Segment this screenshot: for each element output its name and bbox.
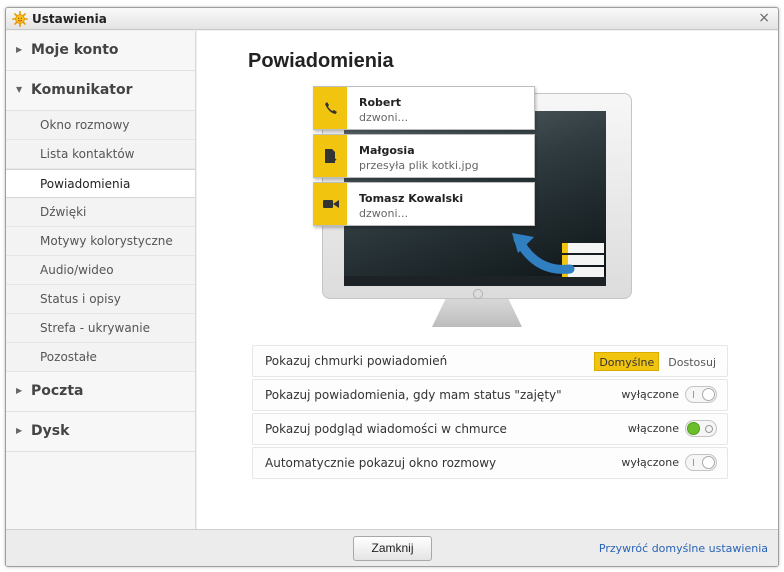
preview-notification: Małgosia przesyła plik kotki.jpg [313,134,535,178]
sidebar-item-audio-wideo[interactable]: Audio/wideo [6,256,195,285]
settings-list: Pokazuj chmurki powiadomień Domyślne Dos… [252,345,728,481]
toggle-switch[interactable] [685,454,717,471]
sidebar-item-label: Lista kontaktów [40,147,135,161]
close-button[interactable]: Zamknij [353,536,432,561]
page-title: Powiadomienia [248,50,394,72]
sidebar-item-status[interactable]: Status i opisy [6,285,195,314]
sidebar-item-motywy[interactable]: Motywy kolorystyczne [6,227,195,256]
sidebar-item-label: Okno rozmowy [40,118,130,132]
toggle-switch[interactable] [685,420,717,437]
settings-sidebar: ▶ Moje konto ▼ Komunikator Okno rozmowy … [6,31,196,530]
segmented-control: Domyślne Dostosuj [590,352,721,371]
sidebar-item-label: Pozostałe [40,350,97,364]
sidebar-item-lista-kontaktow[interactable]: Lista kontaktów [6,140,195,169]
sidebar-section-moje-konto[interactable]: ▶ Moje konto [6,31,195,71]
chevron-right-icon: ▶ [16,426,23,435]
sidebar-section-label: Komunikator [31,82,133,98]
close-icon[interactable]: × [758,10,770,26]
video-camera-icon [314,183,347,225]
phone-icon [314,87,347,129]
toggle-state-label: włączone [627,422,679,435]
preview-notification: Tomasz Kowalski dzwoni... [313,182,535,226]
settings-content: Powiadomienia Robert dzwoni... Małgosia … [197,31,778,530]
sidebar-item-label: Audio/wideo [40,263,114,277]
settings-window: Ustawienia × ▶ Moje konto ▼ Komunikator … [5,7,779,567]
setting-label: Automatycznie pokazuj okno rozmowy [265,456,497,470]
sidebar-section-label: Dysk [31,423,70,439]
sidebar-section-poczta[interactable]: ▶ Poczta [6,372,195,412]
sidebar-item-dzwieki[interactable]: Dźwięki [6,198,195,227]
window-title: Ustawienia [32,12,107,26]
chevron-down-icon: ▼ [16,85,23,94]
toggle-switch[interactable] [685,386,717,403]
restore-defaults-link[interactable]: Przywróć domyślne ustawienia [599,542,768,555]
sidebar-item-label: Motywy kolorystyczne [40,234,173,248]
monitor-power-button [473,289,483,299]
sidebar-section-dysk[interactable]: ▶ Dysk [6,412,195,452]
notification-message: dzwoni... [359,207,409,220]
sidebar-item-pozostale[interactable]: Pozostałe [6,343,195,372]
toggle-state-label: wyłączone [621,456,679,469]
sidebar-item-label: Dźwięki [40,205,87,219]
notification-name: Małgosia [359,144,415,157]
notification-message: dzwoni... [359,111,409,124]
notification-name: Robert [359,96,402,109]
chevron-right-icon: ▶ [16,45,23,54]
sidebar-item-okno-rozmowy[interactable]: Okno rozmowy [6,111,195,140]
setting-row-chmurki: Pokazuj chmurki powiadomień Domyślne Dos… [252,345,728,377]
notification-message: przesyła plik kotki.jpg [359,159,479,172]
title-bar: Ustawienia × [6,8,778,30]
file-download-icon [314,135,347,177]
preview-notification: Robert dzwoni... [313,86,535,130]
sidebar-section-label: Poczta [31,383,84,399]
sidebar-section-komunikator[interactable]: ▼ Komunikator [6,71,195,111]
arrow-icon [512,233,575,274]
sidebar-item-label: Status i opisy [40,292,121,306]
setting-row-podglad: Pokazuj podgląd wiadomości w chmurce włą… [252,413,728,445]
chevron-right-icon: ▶ [16,386,23,395]
setting-row-okno: Automatycznie pokazuj okno rozmowy wyłąc… [252,447,728,479]
dialog-footer: Zamknij Przywróć domyślne ustawienia [6,529,778,566]
sun-icon [12,11,28,27]
setting-label: Pokazuj chmurki powiadomień [265,354,448,368]
setting-label: Pokazuj podgląd wiadomości w chmurce [265,422,507,436]
setting-row-zajety: Pokazuj powiadomienia, gdy mam status "z… [252,379,728,411]
sidebar-item-label: Powiadomienia [40,177,131,191]
toggle-state-label: wyłączone [621,388,679,401]
sidebar-item-strefa[interactable]: Strefa - ukrywanie [6,314,195,343]
sidebar-item-powiadomienia[interactable]: Powiadomienia [6,169,195,198]
sidebar-section-label: Moje konto [31,42,119,58]
option-dostosuj[interactable]: Dostosuj [663,352,721,371]
monitor-stand [432,299,522,327]
notification-name: Tomasz Kowalski [359,192,464,205]
sidebar-item-label: Strefa - ukrywanie [40,321,150,335]
option-domyslne[interactable]: Domyślne [594,352,660,371]
setting-label: Pokazuj powiadomienia, gdy mam status "z… [265,388,562,402]
